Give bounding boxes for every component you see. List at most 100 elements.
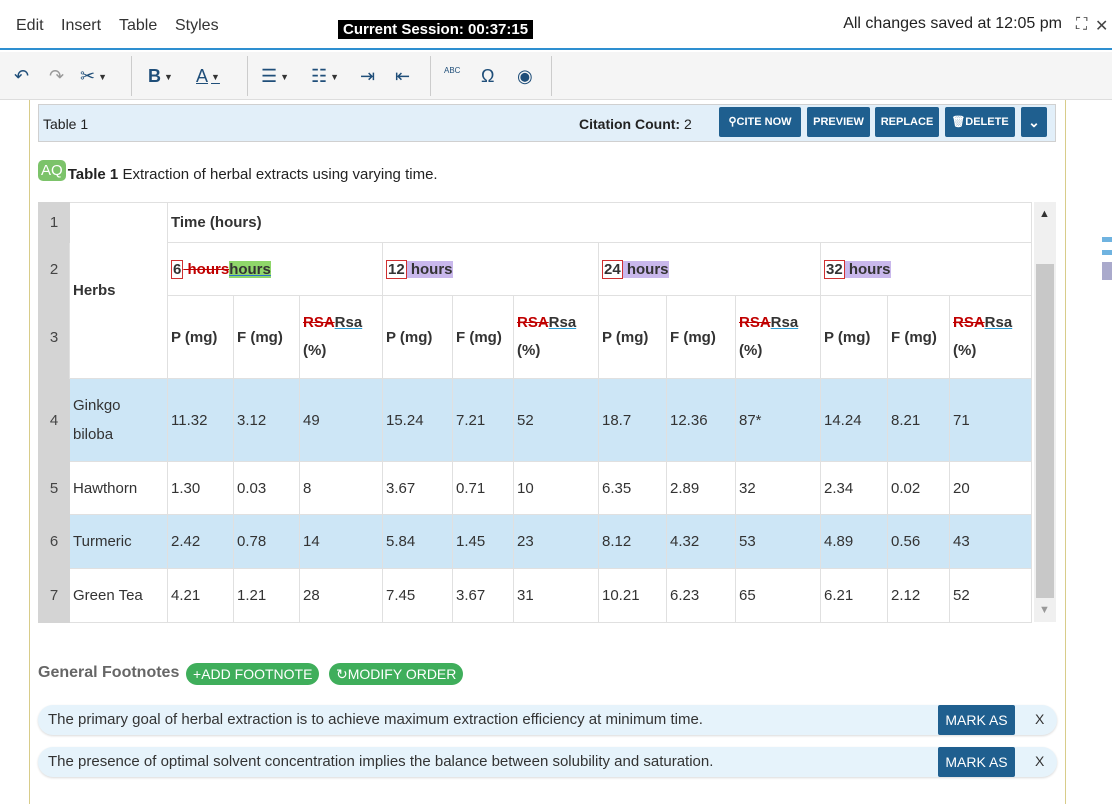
scroll-down-icon[interactable]: ▼	[1039, 604, 1050, 616]
table-cell[interactable]: 11.32	[167, 378, 234, 462]
group-header[interactable]: 6 hourshours	[167, 242, 383, 296]
herbs-header[interactable]: Herbs	[69, 202, 168, 379]
col-header-rsa[interactable]: RSARsa (%)	[513, 295, 599, 379]
col-header-p[interactable]: P (mg)	[167, 295, 234, 379]
col-header-p[interactable]: P (mg)	[382, 295, 453, 379]
col-header-f[interactable]: F (mg)	[666, 295, 736, 379]
expand-icon[interactable]: ⛶	[1076, 16, 1087, 34]
table-cell[interactable]: 20	[949, 461, 1032, 515]
footnote-text[interactable]: The primary goal of herbal extraction is…	[48, 711, 703, 728]
table-cell[interactable]: 2.34	[820, 461, 888, 515]
bullet-list-button[interactable]: ☰ ▼	[261, 65, 289, 87]
table-cell[interactable]: 31	[513, 568, 599, 623]
numbered-list-button[interactable]: ☷ ▼	[311, 65, 339, 87]
herb-name[interactable]: Ginkgo biloba	[69, 378, 168, 462]
menu-insert[interactable]: Insert	[61, 17, 101, 35]
table-cell[interactable]: 32	[735, 461, 821, 515]
cut-button[interactable]: ✂ ▼	[80, 65, 107, 87]
footnote-item[interactable]: The presence of optimal solvent concentr…	[38, 747, 1057, 777]
mark-as-button[interactable]: MARK AS	[938, 705, 1015, 735]
col-header-f[interactable]: F (mg)	[233, 295, 300, 379]
preview-button[interactable]: PREVIEW	[807, 107, 870, 137]
table-cell[interactable]: 6.23	[666, 568, 736, 623]
table-cell[interactable]: 5.84	[382, 514, 453, 569]
page-scroll-marker[interactable]	[1102, 237, 1112, 242]
table-cell[interactable]: 7.21	[452, 378, 514, 462]
table-cell[interactable]: 3.67	[382, 461, 453, 515]
table-cell[interactable]: 49	[299, 378, 383, 462]
mark-as-button[interactable]: MARK AS	[938, 747, 1015, 777]
modify-order-button[interactable]: ↻MODIFY ORDER	[329, 663, 464, 685]
table-cell[interactable]: 0.71	[452, 461, 514, 515]
table-cell[interactable]: 10	[513, 461, 599, 515]
menu-styles[interactable]: Styles	[175, 17, 219, 35]
cite-now-button[interactable]: ⚲CITE NOW	[719, 107, 801, 137]
outdent-icon[interactable]: ⇤	[395, 65, 410, 87]
table-cell[interactable]: 3.12	[233, 378, 300, 462]
table-cell[interactable]: 10.21	[598, 568, 667, 623]
herb-name[interactable]: Turmeric	[69, 514, 168, 569]
table-cell[interactable]: 14.24	[820, 378, 888, 462]
group-header[interactable]: 12 hours	[382, 242, 599, 296]
table-cell[interactable]: 2.12	[887, 568, 950, 623]
table-cell[interactable]: 2.89	[666, 461, 736, 515]
table-cell[interactable]: 53	[735, 514, 821, 569]
collapse-button[interactable]: ⌄	[1021, 107, 1047, 137]
footnote-text[interactable]: The presence of optimal solvent concentr…	[48, 753, 713, 770]
delete-button[interactable]: 🗑DELETE	[945, 107, 1015, 137]
font-color-button[interactable]: A ▼	[196, 65, 220, 87]
table-scrollbar[interactable]: ▲ ▼	[1034, 202, 1056, 622]
menu-table[interactable]: Table	[119, 17, 157, 35]
table-cell[interactable]: 0.02	[887, 461, 950, 515]
footnote-item[interactable]: The primary goal of herbal extraction is…	[38, 705, 1057, 735]
table-cell[interactable]: 14	[299, 514, 383, 569]
col-header-p[interactable]: P (mg)	[820, 295, 888, 379]
table-cell[interactable]: 6.35	[598, 461, 667, 515]
table-cell[interactable]: 1.30	[167, 461, 234, 515]
col-header-rsa[interactable]: RSARsa (%)	[735, 295, 821, 379]
time-header[interactable]: Time (hours)	[167, 202, 1032, 243]
herb-name[interactable]: Green Tea	[69, 568, 168, 623]
col-header-f[interactable]: F (mg)	[887, 295, 950, 379]
table-cell[interactable]: 8.21	[887, 378, 950, 462]
table-cell[interactable]: 71	[949, 378, 1032, 462]
col-header-f[interactable]: F (mg)	[452, 295, 514, 379]
table-cell[interactable]: 1.45	[452, 514, 514, 569]
table-cell[interactable]: 52	[513, 378, 599, 462]
replace-button[interactable]: REPLACE	[875, 107, 939, 137]
bold-button[interactable]: B ▼	[148, 65, 173, 87]
add-footnote-button[interactable]: +ADD FOOTNOTE	[186, 663, 320, 685]
table-cell[interactable]: 4.32	[666, 514, 736, 569]
table-cell[interactable]: 28	[299, 568, 383, 623]
table-cell[interactable]: 0.56	[887, 514, 950, 569]
aq-badge[interactable]: AQ	[38, 160, 66, 181]
table-cell[interactable]: 3.67	[452, 568, 514, 623]
table-cell[interactable]: 6.21	[820, 568, 888, 623]
table-cell[interactable]: 23	[513, 514, 599, 569]
group-header[interactable]: 24 hours	[598, 242, 821, 296]
scroll-up-icon[interactable]: ▲	[1039, 208, 1050, 220]
page-scroll-marker[interactable]	[1102, 250, 1112, 255]
menu-edit[interactable]: Edit	[16, 17, 44, 35]
preview-eye-icon[interactable]: ◉	[517, 65, 533, 87]
table-cell[interactable]: 0.78	[233, 514, 300, 569]
table-cell[interactable]: 8	[299, 461, 383, 515]
table-cell[interactable]: 87*	[735, 378, 821, 462]
table-cell[interactable]: 18.7	[598, 378, 667, 462]
table-cell[interactable]: 8.12	[598, 514, 667, 569]
scroll-thumb[interactable]	[1036, 264, 1054, 598]
undo-icon[interactable]: ↶	[14, 65, 29, 87]
table-cell[interactable]: 2.42	[167, 514, 234, 569]
table-cell[interactable]: 1.21	[233, 568, 300, 623]
table-cell[interactable]: 52	[949, 568, 1032, 623]
table-cell[interactable]: 7.45	[382, 568, 453, 623]
herb-name[interactable]: Hawthorn	[69, 461, 168, 515]
table-cell[interactable]: 0.03	[233, 461, 300, 515]
table-cell[interactable]: 4.21	[167, 568, 234, 623]
page-scroll-thumb[interactable]	[1102, 262, 1112, 280]
table-cell[interactable]: 43	[949, 514, 1032, 569]
col-header-rsa[interactable]: RSARsa (%)	[949, 295, 1032, 379]
omega-icon[interactable]: Ω	[481, 65, 494, 87]
table-cell[interactable]: 65	[735, 568, 821, 623]
indent-icon[interactable]: ⇥	[360, 65, 375, 87]
